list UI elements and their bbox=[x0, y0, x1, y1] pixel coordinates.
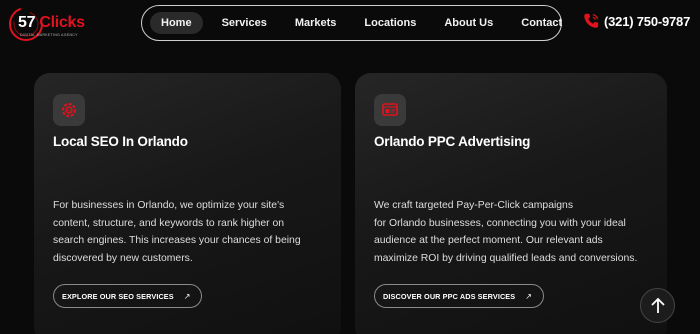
card-description: For businesses in Orlando, we optimize y… bbox=[53, 200, 301, 264]
nav-item-services[interactable]: Services bbox=[211, 12, 278, 34]
card-description: We craft targeted Pay-Per-Click campaign… bbox=[374, 200, 638, 264]
card-title: Orlando PPC Advertising bbox=[374, 134, 531, 149]
phone-number: (321) 750-9787 bbox=[604, 13, 691, 29]
nav-item-contact[interactable]: Contact bbox=[510, 12, 573, 34]
brand-logo[interactable]: 57 Clicks DIGITAL MARKETING AGENCY bbox=[6, 4, 96, 42]
nav-item-locations[interactable]: Locations bbox=[353, 12, 427, 34]
ppc-ad-icon bbox=[374, 94, 406, 126]
card-title: Local SEO In Orlando bbox=[53, 134, 188, 149]
phone-icon bbox=[584, 13, 599, 28]
logo-wordmark: 57 Clicks bbox=[18, 14, 85, 31]
logo-tagline: DIGITAL MARKETING AGENCY bbox=[20, 33, 78, 37]
arrow-up-right-icon: ↗ bbox=[183, 291, 191, 301]
arrow-up-right-icon: ↗ bbox=[525, 291, 532, 301]
svg-text:SEO: SEO bbox=[65, 109, 72, 113]
scroll-to-top-button[interactable] bbox=[640, 288, 675, 323]
phone-link[interactable]: (321) 750-9787 bbox=[582, 12, 690, 30]
nav-item-home[interactable]: Home bbox=[150, 12, 203, 34]
explore-seo-services-button[interactable]: EXPLORE OUR SEO SERVICES ↗ bbox=[53, 284, 203, 308]
service-card-seo: SEO Local SEO In Orlando For businesses … bbox=[34, 73, 341, 334]
discover-ppc-ads-services-button[interactable]: DISCOVER OUR PPC ADS SERVICES ↗ bbox=[374, 284, 544, 308]
nav-item-markets[interactable]: Markets bbox=[284, 12, 348, 34]
service-card-ppc: Orlando PPC Advertising We craft targete… bbox=[355, 73, 667, 334]
seo-gear-icon: SEO bbox=[53, 94, 85, 126]
nav-item-about-us[interactable]: About Us bbox=[433, 12, 504, 34]
arrow-up-icon bbox=[650, 297, 665, 313]
main-nav: Home Services Markets Locations About Us… bbox=[141, 5, 562, 41]
